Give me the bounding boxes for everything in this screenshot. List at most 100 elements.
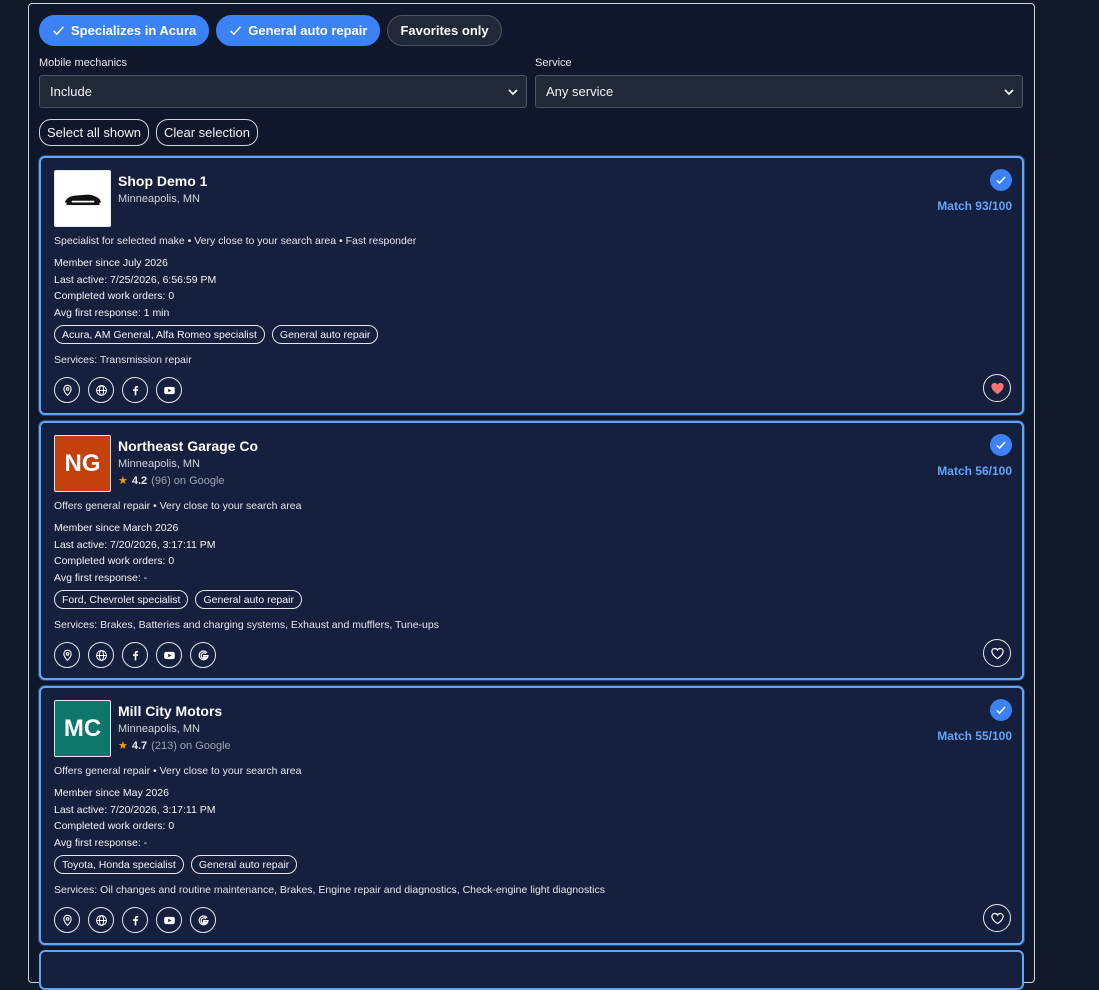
tag: General auto repair: [271, 325, 379, 344]
selected-checkbox[interactable]: [990, 434, 1012, 456]
chip-label: Favorites only: [400, 23, 489, 38]
chevron-down-icon: [1004, 88, 1014, 95]
facebook-icon[interactable]: [122, 907, 148, 933]
rating-value: 4.2: [131, 474, 148, 487]
map-pin-icon[interactable]: [54, 642, 80, 668]
google-icon[interactable]: [190, 642, 216, 668]
star-icon: ★: [118, 740, 128, 752]
google-rating: ★ 4.7 (213) on Google: [118, 739, 231, 753]
last-active: Last active: 7/20/2026, 3:17:11 PM: [54, 803, 216, 816]
facebook-icon[interactable]: [122, 642, 148, 668]
checkmark-icon: [53, 26, 64, 36]
shop-logo: [54, 170, 111, 227]
shop-card[interactable]: Shop Demo 1 Minneapolis, MN Match 93/100…: [39, 156, 1024, 415]
member-since: Member since July 2026: [54, 257, 168, 269]
specialty-tags: Ford, Chevrolet specialist General auto …: [54, 590, 302, 609]
chip-label: General auto repair: [248, 23, 368, 38]
results-panel: Specializes in Acura General auto repair…: [28, 3, 1035, 990]
checkmark-icon: [996, 441, 1006, 450]
facebook-icon[interactable]: [122, 377, 148, 403]
review-count: (96) on Google: [151, 474, 225, 487]
completed-work-orders: Completed work orders: 0: [54, 820, 175, 833]
service-select[interactable]: Any service: [535, 75, 1023, 108]
globe-icon[interactable]: [88, 642, 114, 668]
shop-name[interactable]: Mill City Motors: [118, 703, 222, 719]
chip-label: Specializes in Acura: [71, 23, 197, 38]
heart-outline-icon: [990, 912, 1004, 924]
review-count: (213) on Google: [151, 739, 231, 752]
favorite-button[interactable]: [983, 374, 1011, 402]
chevron-down-icon: [508, 88, 518, 95]
services-list: Services: Brakes, Batteries and charging…: [54, 619, 439, 631]
member-since: Member since May 2026: [54, 787, 169, 799]
tag: General auto repair: [190, 855, 298, 874]
avg-first-response: Avg first response: -: [54, 837, 148, 850]
selected-checkbox[interactable]: [990, 169, 1012, 191]
favorite-button[interactable]: [983, 639, 1011, 667]
avg-first-response: Avg first response: 1 min: [54, 307, 170, 320]
shop-logo: NG: [54, 435, 111, 492]
specialty-tags: Toyota, Honda specialist General auto re…: [54, 855, 298, 874]
match-score: Match 56/100: [937, 464, 1012, 478]
tag: Acura, AM General, Alfa Romeo specialist: [54, 325, 265, 344]
youtube-icon[interactable]: [156, 377, 182, 403]
match-reasons: Offers general repair • Very close to yo…: [54, 500, 302, 512]
mobile-mechanics-select[interactable]: Include: [39, 75, 527, 108]
shop-links: [54, 907, 216, 933]
mobile-mechanics-filter: Mobile mechanics Include: [39, 57, 527, 108]
shop-meta: Member since March 2026 Last active: 7/2…: [54, 520, 216, 587]
member-since: Member since March 2026: [54, 522, 179, 534]
completed-work-orders: Completed work orders: 0: [54, 290, 175, 303]
globe-icon[interactable]: [88, 377, 114, 403]
mobile-mechanics-label: Mobile mechanics: [39, 57, 128, 69]
tag: Toyota, Honda specialist: [54, 855, 184, 874]
services-list: Services: Transmission repair: [54, 354, 192, 366]
shop-location: Minneapolis, MN: [118, 193, 200, 205]
shop-links: [54, 642, 216, 668]
globe-icon[interactable]: [88, 907, 114, 933]
tag: Ford, Chevrolet specialist: [54, 590, 189, 609]
heart-outline-icon: [990, 647, 1004, 659]
car-logo-icon: [64, 194, 101, 205]
match-score: Match 93/100: [937, 199, 1012, 213]
tag: General auto repair: [195, 590, 302, 609]
chip-favorites-only[interactable]: Favorites only: [387, 15, 502, 46]
youtube-icon[interactable]: [156, 907, 182, 933]
favorite-button[interactable]: [983, 904, 1011, 932]
specialty-tags: Acura, AM General, Alfa Romeo specialist…: [54, 325, 379, 344]
select-all-button[interactable]: Select all shown: [39, 119, 149, 146]
last-active: Last active: 7/20/2026, 3:17:11 PM: [54, 538, 216, 551]
map-pin-icon[interactable]: [54, 377, 80, 403]
avg-first-response: Avg first response: -: [54, 572, 148, 585]
bulk-actions: Select all shown Clear selection: [39, 119, 258, 146]
completed-work-orders: Completed work orders: 0: [54, 555, 175, 568]
map-pin-icon[interactable]: [54, 907, 80, 933]
shop-card[interactable]: MC Mill City Motors Minneapolis, MN ★ 4.…: [39, 686, 1024, 945]
shop-location: Minneapolis, MN: [118, 458, 200, 470]
google-icon[interactable]: [190, 907, 216, 933]
service-filter: Service Any service: [535, 57, 1023, 108]
checkmark-icon: [996, 176, 1006, 185]
services-list: Services: Oil changes and routine mainte…: [54, 884, 605, 896]
youtube-icon[interactable]: [156, 642, 182, 668]
checkmark-icon: [230, 26, 242, 36]
chip-specializes-acura[interactable]: Specializes in Acura: [39, 15, 210, 46]
shop-name[interactable]: Shop Demo 1: [118, 173, 207, 189]
star-icon: ★: [118, 475, 128, 487]
shop-meta: Member since July 2026 Last active: 7/25…: [54, 255, 216, 322]
service-label: Service: [535, 57, 572, 69]
shop-location: Minneapolis, MN: [118, 723, 200, 735]
filter-chips: Specializes in Acura General auto repair…: [39, 15, 502, 46]
shop-card[interactable]: NG Northeast Garage Co Minneapolis, MN ★…: [39, 421, 1024, 680]
google-rating: ★ 4.2 (96) on Google: [118, 474, 225, 488]
clear-selection-button[interactable]: Clear selection: [155, 119, 258, 146]
match-score: Match 55/100: [937, 729, 1012, 743]
checkmark-icon: [996, 706, 1006, 715]
selected-checkbox[interactable]: [990, 699, 1012, 721]
shop-name[interactable]: Northeast Garage Co: [118, 438, 258, 454]
chip-general-repair[interactable]: General auto repair: [216, 15, 381, 46]
shop-links: [54, 377, 182, 403]
shop-logo: MC: [54, 700, 111, 757]
select-value: Include: [50, 84, 92, 99]
shop-card-partial[interactable]: [39, 950, 1024, 990]
